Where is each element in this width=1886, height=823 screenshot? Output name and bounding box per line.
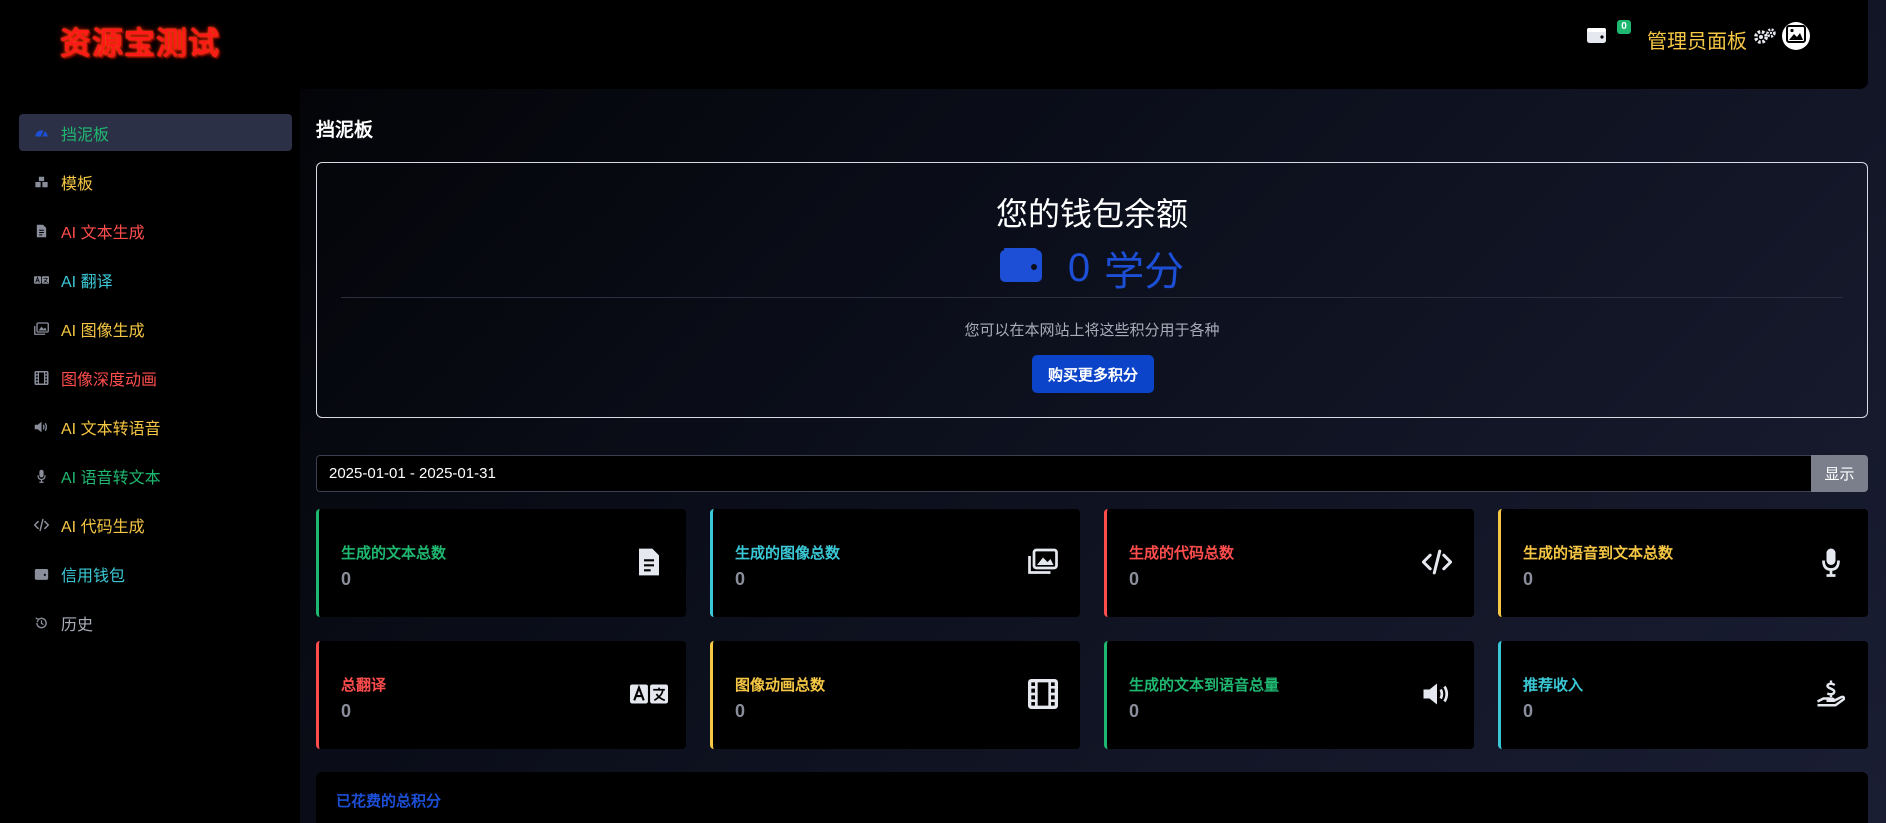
stat-card: 生成的文本到语音总量 0 [1104, 641, 1474, 749]
date-range-input[interactable]: 2025-01-01 - 2025-01-31 [316, 455, 1811, 492]
brand-logo[interactable]: 资源宝测试 [60, 18, 220, 63]
stat-label: 推荐收入 [1523, 677, 1584, 694]
sidebar-item-3[interactable]: AI 翻译 [19, 261, 292, 298]
stat-card: 生成的代码总数 0 [1104, 509, 1474, 617]
sidebar-item-4[interactable]: AI 图像生成 [19, 310, 292, 347]
wallet-button[interactable] [1587, 26, 1613, 48]
stat-value: 0 [341, 701, 352, 721]
sidebar-item-label: 历史 [61, 616, 94, 634]
stat-value: 0 [1523, 569, 1534, 589]
translate-icon [33, 273, 49, 287]
stat-card: 生成的图像总数 0 [710, 509, 1080, 617]
sidebar-item-label: 信用钱包 [61, 567, 126, 585]
stat-label: 生成的代码总数 [1129, 545, 1235, 562]
hand-dollar-icon [1812, 675, 1850, 713]
boxes-icon [33, 175, 49, 189]
stat-label: 生成的图像总数 [735, 545, 841, 562]
wallet-balance-card: 您的钱包余额 0 学分 您可以在本网站上将这些积分用于各种 购买更多积分 [316, 162, 1868, 418]
stat-value: 0 [1129, 701, 1140, 721]
microphone-icon [1812, 543, 1850, 581]
sidebar-item-8[interactable]: AI 代码生成 [19, 506, 292, 543]
wallet-balance-title: 您的钱包余额 [995, 196, 1188, 232]
wallet-balance-value: 0 [1067, 245, 1091, 290]
admin-panel-label: 管理员面板 [1647, 30, 1747, 53]
sidebar-item-0[interactable]: 挡泥板 [19, 114, 292, 151]
sidebar-item-7[interactable]: AI 语音转文本 [19, 457, 292, 494]
show-button[interactable]: 显示 [1811, 455, 1868, 492]
wallet-count-badge: 0 [1617, 20, 1631, 34]
sidebar-item-10[interactable]: 历史 [19, 604, 292, 641]
microphone-icon [33, 469, 49, 483]
sidebar: 资源宝测试 挡泥板模板 AI 文本生成 AI 翻译 AI 图像生成 图像深度动画 AI 文… [0, 0, 300, 823]
sidebar-item-2[interactable]: AI 文本生成 [19, 212, 292, 249]
top-bar: 0 管理员面板 [278, 0, 1868, 89]
sidebar-item-9[interactable]: 信用钱包 [19, 555, 292, 592]
sidebar-item-label: 模板 [61, 175, 94, 193]
wallet-balance-amount: 0 学分 [317, 239, 1867, 297]
admin-panel-link[interactable]: 管理员面板 [1647, 26, 1777, 53]
file-text-icon [33, 224, 49, 238]
stat-value: 0 [341, 569, 352, 589]
volume-icon [1418, 675, 1456, 713]
stat-value: 0 [735, 569, 746, 589]
sidebar-item-label: AI 语音转文本 [61, 469, 161, 487]
stat-label: 总翻译 [341, 677, 387, 694]
wallet-icon [1587, 28, 1607, 48]
sidebar-item-label: AI 文本转语音 [61, 420, 161, 438]
gears-icon [1747, 27, 1777, 51]
file-text-icon [630, 543, 668, 581]
stat-value: 0 [1129, 569, 1140, 589]
volume-icon [33, 420, 49, 434]
sidebar-item-5[interactable]: 图像深度动画 [19, 359, 292, 396]
total-spent-title: 已花费的总积分 [336, 793, 442, 810]
stat-label: 生成的文本总数 [341, 545, 447, 562]
code-icon [33, 518, 49, 532]
code-icon [1418, 543, 1456, 581]
stat-value: 0 [735, 701, 746, 721]
wallet-icon [999, 244, 1054, 292]
user-avatar[interactable] [1782, 22, 1810, 50]
sidebar-nav: 挡泥板模板 AI 文本生成 AI 翻译 AI 图像生成 图像深度动画 AI 文本转语音 AI… [19, 114, 292, 653]
wallet-description: 您可以在本网站上将这些积分用于各种 [964, 322, 1220, 339]
film-icon [1024, 675, 1062, 713]
dashboard-gauge-icon [33, 126, 49, 140]
sidebar-item-label: AI 文本生成 [61, 224, 145, 242]
page-title: 挡泥板 [316, 120, 374, 141]
film-icon [33, 370, 49, 385]
divider [341, 297, 1843, 298]
stat-card: 总翻译 0 [316, 641, 686, 749]
stat-card: 推荐收入 0 [1498, 641, 1868, 749]
history-icon [33, 616, 49, 630]
stat-card: 生成的语音到文本总数 0 [1498, 509, 1868, 617]
sidebar-item-1[interactable]: 模板 [19, 163, 292, 200]
images-icon [1024, 543, 1062, 581]
stat-value: 0 [1523, 701, 1534, 721]
stat-label: 生成的文本到语音总量 [1129, 677, 1280, 694]
buy-more-credits-button[interactable]: 购买更多积分 [1032, 355, 1154, 393]
stat-label: 图像动画总数 [735, 677, 826, 694]
translate-icon [630, 675, 668, 713]
sidebar-item-label: AI 图像生成 [61, 322, 145, 340]
images-icon [33, 321, 49, 336]
wallet-icon [33, 567, 49, 581]
sidebar-item-label: 图像深度动画 [61, 371, 158, 389]
stat-card: 生成的文本总数 0 [316, 509, 686, 617]
sidebar-item-label: 挡泥板 [61, 126, 110, 144]
stat-label: 生成的语音到文本总数 [1523, 545, 1674, 562]
sidebar-item-label: AI 代码生成 [61, 518, 145, 536]
wallet-balance-unit: 学分 [1104, 250, 1185, 294]
image-placeholder-icon [1786, 24, 1806, 48]
sidebar-item-label: AI 翻译 [61, 273, 113, 291]
stat-card: 图像动画总数 0 [710, 641, 1080, 749]
sidebar-item-6[interactable]: AI 文本转语音 [19, 408, 292, 445]
total-spent-panel: 已花费的总积分 [316, 772, 1868, 823]
